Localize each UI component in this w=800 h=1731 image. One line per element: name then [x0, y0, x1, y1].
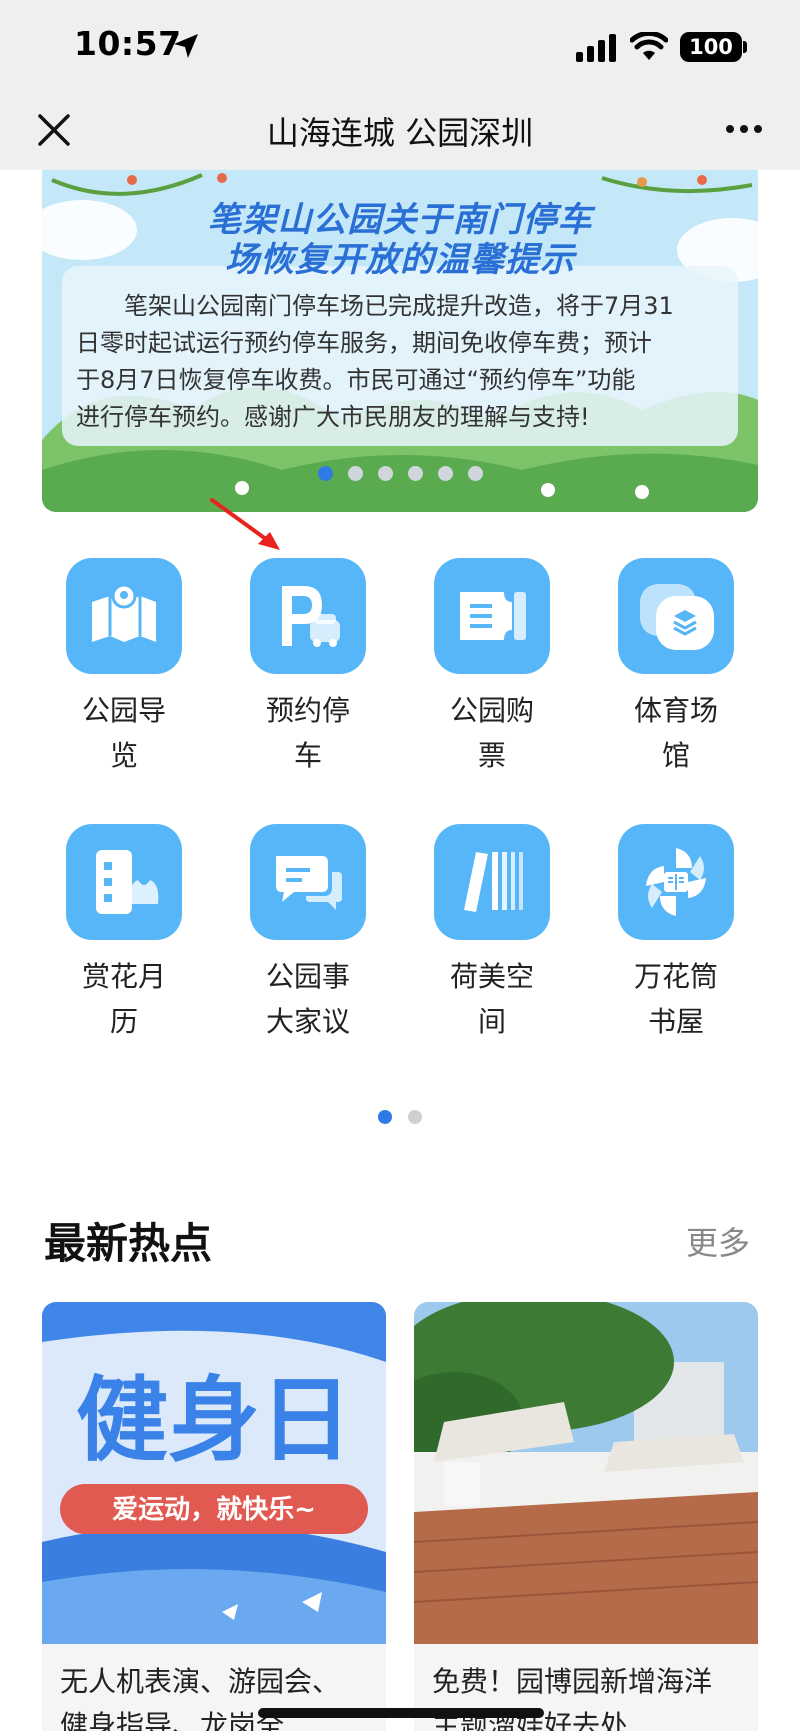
location-arrow-icon: [174, 34, 198, 58]
banner-body-line: 笔架山公园南门停车场已完成提升改造，将于7月31: [76, 292, 674, 320]
banner-dot[interactable]: [408, 466, 423, 481]
grid-page-dot[interactable]: [408, 1110, 422, 1124]
nav-bar: 山海连城 公园深圳: [0, 96, 800, 170]
more-link[interactable]: 更多: [686, 1218, 750, 1264]
card-image-title: 健身日: [76, 1367, 352, 1474]
ticket-icon: [434, 558, 550, 674]
home-indicator[interactable]: [258, 1708, 544, 1718]
grid-page-dot[interactable]: [378, 1110, 392, 1124]
banner-title-line2: 场恢复开放的温馨提示: [225, 240, 575, 280]
banner-body-line: 进行停车预约。感谢广大市民朋友的理解与支持!: [76, 403, 590, 431]
banner-dot[interactable]: [438, 466, 453, 481]
tile-label-line: 公园购: [449, 694, 534, 727]
news-card[interactable]: 免费！园博园新增海洋 主题溜娃好去处: [414, 1302, 758, 1731]
banner-body-line: 于8月7日恢复停车收费。市民可通过“预约停车”功能: [76, 366, 636, 394]
tile-label: 公园事 大家议: [226, 954, 390, 1044]
tile-label: 公园购 票: [410, 688, 574, 778]
card-image-park-plaza: [414, 1302, 758, 1644]
announcement-banner[interactable]: 笔架山公园关于南门停车 场恢复开放的温馨提示 笔架山公园南门停车场已完成提升改造…: [42, 170, 758, 512]
banner-dot[interactable]: [468, 466, 483, 481]
tile-label: 预约停 车: [226, 688, 390, 778]
tile-label-line: 书屋: [647, 1005, 704, 1038]
tile-label: 赏花月 历: [42, 954, 206, 1044]
banner-dot[interactable]: [348, 466, 363, 481]
card-title: 免费！园博园新增海洋 主题溜娃好去处: [432, 1660, 752, 1731]
tile-label-line: 览: [109, 739, 138, 772]
cellular-signal-icon: [576, 34, 616, 62]
card-title-line: 无人机表演、游园会、: [60, 1665, 341, 1698]
card-image-fitness-day: 健身日 爱运动，就快乐~: [42, 1302, 386, 1644]
stadium-icon: [618, 558, 734, 674]
tile-label-line: 公园事: [265, 960, 350, 993]
tile-label-line: 公园导: [81, 694, 166, 727]
banner-pagination: [42, 466, 758, 482]
tile-label: 荷美空 间: [410, 954, 574, 1044]
more-options-icon[interactable]: [724, 122, 764, 136]
banner-dot[interactable]: [318, 466, 333, 481]
chat-icon: [250, 824, 366, 940]
kaleidoscope-book-icon: [618, 824, 734, 940]
parking-icon: [250, 558, 366, 674]
status-bar: 10:57 100: [0, 0, 800, 96]
banner-dot[interactable]: [378, 466, 393, 481]
card-image-subtitle: 爱运动，就快乐~: [112, 1495, 316, 1525]
tile-label-line: 万花筒: [633, 960, 718, 993]
status-time: 10:57: [74, 24, 182, 63]
wifi-icon: [630, 32, 668, 60]
tile-label-line: 体育场: [633, 694, 718, 727]
battery-level: 100: [689, 35, 733, 59]
banner-body-line: 日零时起试运行预约停车服务，期间免收停车费；预计: [76, 329, 652, 357]
card-title-line: 免费！园博园新增海洋: [432, 1665, 713, 1698]
banner-body: 笔架山公园南门停车场已完成提升改造，将于7月31 日零时起试运行预约停车服务，期…: [76, 288, 736, 436]
map-icon: [66, 558, 182, 674]
books-icon: [434, 824, 550, 940]
news-card[interactable]: 健身日 爱运动，就快乐~ 无人机表演、游园会、 健身指导、龙岗全: [42, 1302, 386, 1731]
tile-label-line: 车: [293, 739, 322, 772]
battery-cap: [743, 41, 747, 53]
section-title: 最新热点: [44, 1219, 213, 1268]
flower-calendar-icon: [66, 824, 182, 940]
tile-label: 体育场 馆: [594, 688, 758, 778]
page-title: 山海连城 公园深圳: [266, 114, 534, 152]
red-arrow-annotation: [210, 498, 280, 550]
tile-label: 公园导 览: [42, 688, 206, 778]
tile-label-line: 荷美空: [449, 960, 534, 993]
tile-label-line: 馆: [661, 739, 690, 772]
grid-pagination: [0, 1110, 800, 1124]
card-title: 无人机表演、游园会、 健身指导、龙岗全: [60, 1660, 380, 1731]
tile-label-line: 预约停: [265, 694, 350, 727]
tile-label: 万花筒 书屋: [594, 954, 758, 1044]
tile-label-line: 历: [109, 1005, 138, 1038]
tile-label-line: 赏花月: [81, 960, 166, 993]
tile-label-line: 大家议: [265, 1005, 350, 1038]
tile-label-line: 间: [477, 1005, 506, 1038]
tile-label-line: 票: [477, 739, 506, 772]
